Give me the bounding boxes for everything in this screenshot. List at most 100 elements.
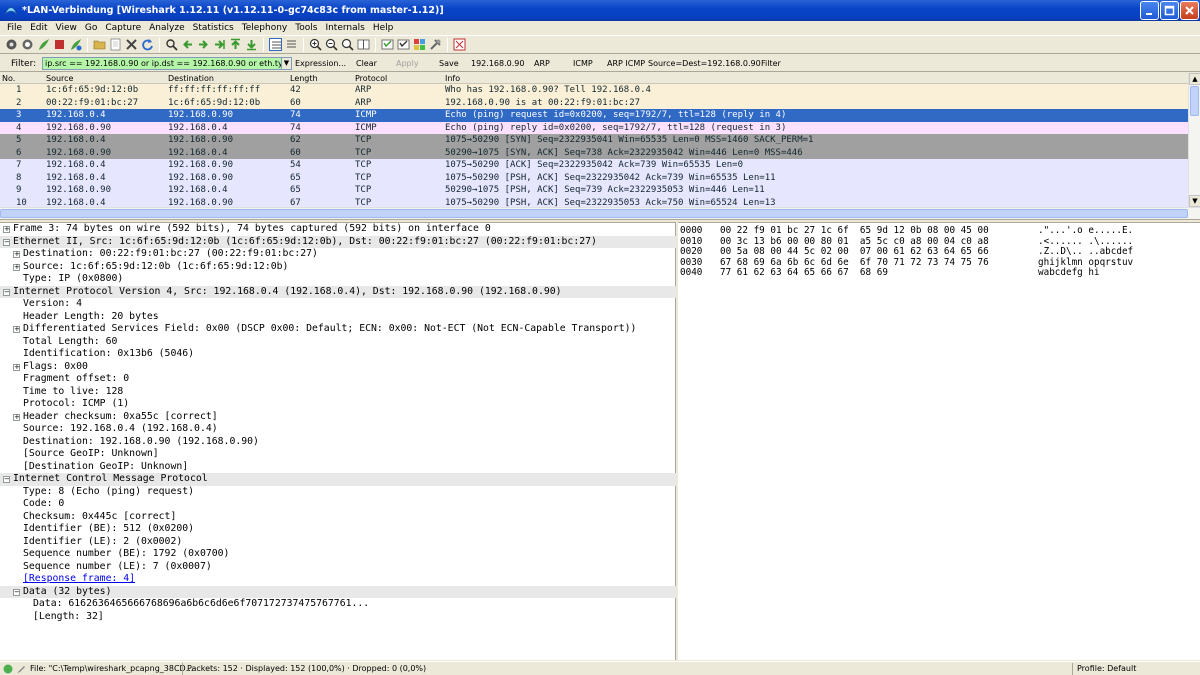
expand-icon[interactable]: + [13, 263, 20, 271]
expression-button[interactable]: Expression... [295, 59, 346, 68]
detail-tree-item[interactable]: + Header checksum: 0xa55c [correct] [0, 411, 676, 424]
normal-size-icon[interactable] [341, 38, 354, 51]
filter-dropdown-button[interactable]: ▼ [281, 57, 292, 70]
stop-capture-icon[interactable] [53, 38, 66, 51]
menu-internals[interactable]: Internals [321, 23, 368, 33]
detail-tree-item[interactable]: − Internet Protocol Version 4, Src: 192.1… [0, 285, 676, 298]
detail-tree-item[interactable]: + Source: 1c:6f:65:9d:12:0b (1c:6f:65:9d:… [0, 261, 676, 274]
table-row[interactable]: 2 00:22:f9:01:bc:27 1c:6f:65:9d:12:0b 60 ARP… [0, 96, 1188, 109]
table-row[interactable]: 9 192.168.0.90 192.168.0.4 65 TCP 50290→1075 … [0, 184, 1188, 197]
detail-tree-item[interactable]: Total Length: 60 [0, 336, 676, 349]
column-header-destination[interactable]: Destination [168, 74, 214, 83]
column-header-protocol[interactable]: Protocol [355, 74, 387, 83]
quick-filter-arp[interactable]: ARP [534, 59, 550, 68]
preferences-icon[interactable] [429, 38, 442, 51]
zoom-in-icon[interactable] [309, 38, 322, 51]
coloring-rules-icon[interactable] [413, 38, 426, 51]
detail-tree-item[interactable]: + Flags: 0x00 [0, 361, 676, 374]
expand-icon[interactable]: + [13, 413, 20, 421]
table-row[interactable]: 7 192.168.0.4 192.168.0.90 54 TCP 1075→50290 … [0, 159, 1188, 172]
goto-packet-icon[interactable] [213, 38, 226, 51]
detail-tree-item[interactable]: Code: 0 [0, 498, 676, 511]
capture-comments-icon[interactable] [16, 664, 26, 674]
scroll-up-icon[interactable]: ▲ [1189, 73, 1200, 85]
detail-tree-item[interactable]: Fragment offset: 0 [0, 373, 676, 386]
minimize-button[interactable] [1140, 1, 1159, 20]
help-icon[interactable] [453, 38, 466, 51]
detail-tree-item[interactable]: + Differentiated Services Field: 0x00 (DS… [0, 323, 676, 336]
menu-help[interactable]: Help [369, 23, 398, 33]
detail-tree-item[interactable]: − Data (32 bytes) [0, 585, 676, 598]
detail-tree-item[interactable]: [Length: 32] [0, 611, 676, 624]
detail-tree-item[interactable]: − Internet Control Message Protocol [0, 473, 676, 486]
options-icon[interactable] [21, 38, 34, 51]
quick-filter-source-dest[interactable]: Source=Dest=192.168.0.90 [648, 59, 761, 68]
maximize-button[interactable] [1160, 1, 1179, 20]
column-header-length[interactable]: Length [290, 74, 318, 83]
quick-filter-arp-icmp[interactable]: ARP ICMP [607, 59, 645, 68]
restart-capture-icon[interactable] [69, 38, 82, 51]
close-button[interactable] [1180, 1, 1199, 20]
title-bar[interactable]: *LAN-Verbindung [Wireshark 1.12.11 (v1.1… [0, 0, 1200, 21]
collapse-icon[interactable]: − [3, 238, 10, 246]
scroll-thumb[interactable] [1190, 86, 1199, 116]
scroll-down-icon[interactable]: ▼ [1189, 195, 1200, 207]
interfaces-icon[interactable] [5, 38, 18, 51]
detail-tree-item[interactable]: Type: 8 (Echo (ping) request) [0, 486, 676, 499]
expand-icon[interactable]: + [13, 326, 20, 333]
table-row[interactable]: 8 192.168.0.4 192.168.0.90 65 TCP 1075→50290 … [0, 171, 1188, 184]
menu-capture[interactable]: Capture [101, 23, 145, 33]
detail-tree-item[interactable]: Identifier (LE): 2 (0x0002) [0, 536, 676, 549]
detail-tree-item[interactable]: [Source GeoIP: Unknown] [0, 448, 676, 461]
close-file-icon[interactable] [125, 38, 138, 51]
column-header-no[interactable]: No. [2, 74, 15, 83]
packet-list-horizontal-scrollbar[interactable] [0, 207, 1200, 219]
detail-tree-item[interactable]: Version: 4 [0, 298, 676, 311]
display-filters-icon[interactable] [397, 38, 410, 51]
start-capture-icon[interactable] [37, 38, 50, 51]
detail-tree-item[interactable]: + Destination: 00:22:f9:01:bc:27 (00:22:f… [0, 248, 676, 261]
status-profile[interactable]: Profile: Default [1077, 664, 1136, 673]
display-filter-input[interactable]: ip.src == 192.168.0.90 or ip.dst == 192.… [42, 57, 282, 70]
detail-tree-item[interactable]: Destination: 192.168.0.90 (192.168.0.90) [0, 436, 676, 449]
detail-tree-item[interactable]: Identification: 0x13b6 (5046) [0, 348, 676, 361]
menu-edit[interactable]: Edit [26, 23, 51, 33]
menu-file[interactable]: File [3, 23, 26, 33]
apply-button[interactable]: Apply [396, 59, 419, 68]
forward-icon[interactable] [197, 38, 210, 51]
quick-filter-icmp[interactable]: ICMP [573, 59, 593, 68]
column-header-source[interactable]: Source [46, 74, 73, 83]
detail-tree-item[interactable]: Time to live: 128 [0, 386, 676, 399]
expert-info-icon[interactable] [3, 664, 13, 674]
table-row[interactable]: 10 192.168.0.4 192.168.0.90 67 TCP 1075→50290… [0, 196, 1188, 207]
table-row[interactable]: 6 192.168.0.90 192.168.0.4 60 TCP 50290→1075 … [0, 146, 1188, 159]
find-icon[interactable] [165, 38, 178, 51]
expand-icon[interactable]: + [13, 251, 20, 258]
quick-filter-filter[interactable]: Filter [761, 59, 781, 68]
colorize-icon[interactable] [269, 38, 282, 51]
reload-icon[interactable] [141, 38, 154, 51]
menu-statistics[interactable]: Statistics [189, 23, 238, 33]
detail-tree-item[interactable]: Checksum: 0x445c [correct] [0, 511, 676, 524]
detail-tree-item[interactable]: [Destination GeoIP: Unknown] [0, 461, 676, 474]
open-file-icon[interactable] [93, 38, 106, 51]
response-frame-link[interactable]: [Response frame: 4] [23, 573, 135, 586]
resize-columns-icon[interactable] [357, 38, 370, 51]
detail-tree-item[interactable]: Data: 6162636465666768696a6b6c6d6e6f7071… [0, 598, 676, 611]
detail-tree-item[interactable]: Header Length: 20 bytes [0, 311, 676, 324]
save-file-icon[interactable] [109, 38, 122, 51]
detail-tree-item[interactable]: Identifier (BE): 512 (0x0200) [0, 523, 676, 536]
save-filter-button[interactable]: Save [439, 59, 459, 68]
quick-filter-ip[interactable]: 192.168.0.90 [471, 59, 524, 68]
collapse-icon[interactable]: − [13, 588, 20, 596]
menu-analyze[interactable]: Analyze [145, 23, 188, 33]
detail-tree-item[interactable]: Source: 192.168.0.4 (192.168.0.4) [0, 423, 676, 436]
detail-tree-item[interactable]: + Frame 3: 74 bytes on wire (592 bits), 7… [0, 223, 676, 236]
menu-go[interactable]: Go [81, 23, 101, 33]
detail-tree-item[interactable]: Sequence number (BE): 1792 (0x0700) [0, 548, 676, 561]
detail-tree-item[interactable]: Protocol: ICMP (1) [0, 398, 676, 411]
detail-tree-item[interactable]: Sequence number (LE): 7 (0x0007) [0, 561, 676, 574]
back-icon[interactable] [181, 38, 194, 51]
clear-button[interactable]: Clear [356, 59, 377, 68]
expand-icon[interactable]: + [13, 363, 20, 371]
